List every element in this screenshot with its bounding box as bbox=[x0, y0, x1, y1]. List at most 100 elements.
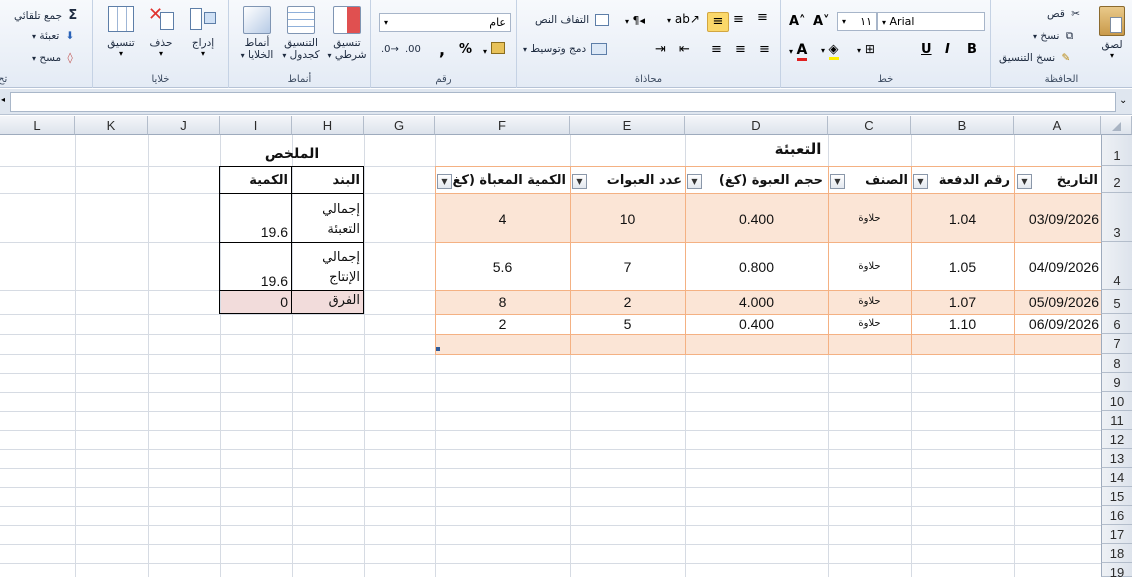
cell-date[interactable]: 05/09/2026 bbox=[1015, 294, 1099, 310]
cell-date[interactable]: 04/09/2026 bbox=[1015, 259, 1099, 275]
cell-item[interactable]: حلاوة bbox=[828, 213, 911, 224]
column-header-k[interactable]: K bbox=[75, 116, 148, 135]
wrap-text-button[interactable]: التفاف النص bbox=[535, 14, 609, 26]
autosum-button[interactable]: جمع تلقائي Σ bbox=[14, 8, 77, 23]
row-header-7[interactable]: 7 bbox=[1101, 334, 1132, 354]
column-header-h[interactable]: H bbox=[292, 116, 364, 135]
align-right-button[interactable]: ≡ bbox=[759, 42, 770, 57]
cell-package-size[interactable]: 0.400 bbox=[685, 211, 828, 227]
column-header-f[interactable]: F bbox=[435, 116, 570, 135]
cell-batch[interactable]: 1.07 bbox=[911, 294, 1014, 310]
summary-item-cell[interactable]: الفرق bbox=[294, 293, 360, 308]
row-header-16[interactable]: 16 bbox=[1101, 506, 1132, 525]
table-resize-handle[interactable] bbox=[436, 347, 440, 351]
row-header-5[interactable]: 5 bbox=[1101, 290, 1132, 314]
column-header-a[interactable]: A bbox=[1014, 116, 1101, 135]
paste-button[interactable]: لصق ▾ bbox=[1095, 6, 1129, 60]
merge-center-button[interactable]: ▾ دمج وتوسيط bbox=[523, 43, 608, 55]
format-painter-button[interactable]: نسخ التنسيق ✎ bbox=[999, 52, 1070, 64]
row-header-1[interactable]: 1 bbox=[1101, 135, 1132, 166]
cell-package-size[interactable]: 4.000 bbox=[685, 294, 828, 310]
accounting-format-button[interactable]: ▾ bbox=[483, 42, 505, 57]
row-header-15[interactable]: 15 bbox=[1101, 487, 1132, 506]
column-header-b[interactable]: B bbox=[911, 116, 1014, 135]
column-header-j[interactable]: J bbox=[148, 116, 220, 135]
format-as-table-button[interactable]: التنسيق ▾ كجدول bbox=[279, 6, 323, 62]
summary-item-cell[interactable]: إجمالي الإنتاج bbox=[294, 248, 360, 288]
fill-button[interactable]: ▾ تعبئة ⬇ bbox=[32, 30, 74, 42]
filter-dropdown-package-count[interactable]: ▼ bbox=[572, 174, 587, 189]
row-header-18[interactable]: 18 bbox=[1101, 544, 1132, 563]
font-name-select[interactable]: ▾ Arial bbox=[877, 12, 985, 31]
filter-dropdown-packed-qty[interactable]: ▼ bbox=[437, 174, 452, 189]
row-header-13[interactable]: 13 bbox=[1101, 449, 1132, 468]
text-direction-button[interactable]: ▾ ¶◂ bbox=[625, 14, 645, 27]
cut-button[interactable]: قص ✂ bbox=[1047, 8, 1080, 20]
cell-package-count[interactable]: 2 bbox=[570, 294, 685, 310]
cell-item[interactable]: حلاوة bbox=[828, 296, 911, 307]
column-header-c[interactable]: C bbox=[828, 116, 911, 135]
summary-item-cell[interactable]: إجمالي التعبئة bbox=[294, 200, 360, 240]
cell-batch[interactable]: 1.10 bbox=[911, 316, 1014, 332]
italic-button[interactable]: I bbox=[945, 42, 950, 57]
formula-input[interactable] bbox=[10, 92, 1116, 112]
comma-style-button[interactable]: , bbox=[439, 40, 445, 59]
cell-styles-button[interactable]: أنماط ▾ الخلايا bbox=[237, 6, 277, 62]
filter-dropdown-item[interactable]: ▼ bbox=[830, 174, 845, 189]
cell-item[interactable]: حلاوة bbox=[828, 318, 911, 329]
fill-color-button[interactable]: ▾ ◈ bbox=[821, 42, 839, 60]
align-left-button[interactable]: ≡ bbox=[711, 42, 722, 57]
align-middle-button[interactable]: ≡ bbox=[733, 12, 744, 27]
cell-packed-qty[interactable]: 2 bbox=[435, 316, 570, 332]
cell-packed-qty[interactable]: 5.6 bbox=[435, 259, 570, 275]
copy-button[interactable]: ▾ نسخ ⧉ bbox=[1033, 30, 1073, 43]
insert-cells-button[interactable]: إدراج ▾ bbox=[185, 6, 221, 58]
column-header-i[interactable]: I bbox=[220, 116, 292, 135]
column-header-d[interactable]: D bbox=[685, 116, 828, 135]
column-header-e[interactable]: E bbox=[570, 116, 685, 135]
filter-dropdown-date[interactable]: ▼ bbox=[1017, 174, 1032, 189]
clear-button[interactable]: ▾ مسح ◊ bbox=[32, 52, 73, 64]
align-bottom-button[interactable]: ≡ bbox=[707, 12, 729, 32]
cell-item[interactable]: حلاوة bbox=[828, 261, 911, 272]
cell-package-size[interactable]: 0.400 bbox=[685, 316, 828, 332]
row-header-19[interactable]: 19 bbox=[1101, 563, 1132, 577]
decrease-decimal-button[interactable]: .0→ bbox=[381, 44, 399, 55]
row-header-11[interactable]: 11 bbox=[1101, 411, 1132, 430]
cell-package-size[interactable]: 0.800 bbox=[685, 259, 828, 275]
align-center-button[interactable]: ≡ bbox=[735, 42, 746, 57]
bold-button[interactable]: B bbox=[967, 42, 977, 57]
align-top-button[interactable]: ≡ bbox=[757, 10, 768, 25]
filter-dropdown-batch[interactable]: ▼ bbox=[913, 174, 928, 189]
cell-package-count[interactable]: 5 bbox=[570, 316, 685, 332]
expand-formula-bar-icon[interactable]: ⌄ bbox=[1119, 95, 1127, 106]
formula-bar-scroll-icon[interactable]: ◂ bbox=[1, 95, 5, 104]
summary-qty-cell[interactable]: 19.6 bbox=[222, 273, 288, 289]
row-header-9[interactable]: 9 bbox=[1101, 373, 1132, 392]
borders-button[interactable]: ▾ ⊞ bbox=[857, 42, 875, 56]
column-header-l[interactable]: L bbox=[0, 116, 75, 135]
cell-batch[interactable]: 1.04 bbox=[911, 211, 1014, 227]
font-size-select[interactable]: ▾ ١١ bbox=[837, 12, 877, 31]
row-header-12[interactable]: 12 bbox=[1101, 430, 1132, 449]
underline-button[interactable]: U bbox=[921, 42, 932, 57]
row-header-3[interactable]: 3 bbox=[1101, 193, 1132, 242]
row-header-8[interactable]: 8 bbox=[1101, 354, 1132, 373]
cell-package-count[interactable]: 7 bbox=[570, 259, 685, 275]
cell-package-count[interactable]: 10 bbox=[570, 211, 685, 227]
cell-batch[interactable]: 1.05 bbox=[911, 259, 1014, 275]
column-header-g[interactable]: G bbox=[364, 116, 435, 135]
row-header-4[interactable]: 4 bbox=[1101, 242, 1132, 290]
summary-qty-cell[interactable]: 0 bbox=[222, 294, 288, 310]
row-header-14[interactable]: 14 bbox=[1101, 468, 1132, 487]
row-header-2[interactable]: 2 bbox=[1101, 166, 1132, 193]
cell-date[interactable]: 03/09/2026 bbox=[1015, 211, 1099, 227]
row-header-10[interactable]: 10 bbox=[1101, 392, 1132, 411]
cell-packed-qty[interactable]: 8 bbox=[435, 294, 570, 310]
delete-cells-button[interactable]: ✕ حذف ▾ bbox=[143, 4, 179, 58]
percent-style-button[interactable]: % bbox=[459, 42, 472, 57]
orientation-button[interactable]: ▾ ab↗ bbox=[667, 12, 700, 26]
conditional-formatting-button[interactable]: تنسيق ▾ شرطي bbox=[325, 6, 369, 62]
decrease-indent-button[interactable]: ⇤ bbox=[679, 42, 690, 57]
increase-decimal-button[interactable]: .00 bbox=[405, 44, 421, 55]
